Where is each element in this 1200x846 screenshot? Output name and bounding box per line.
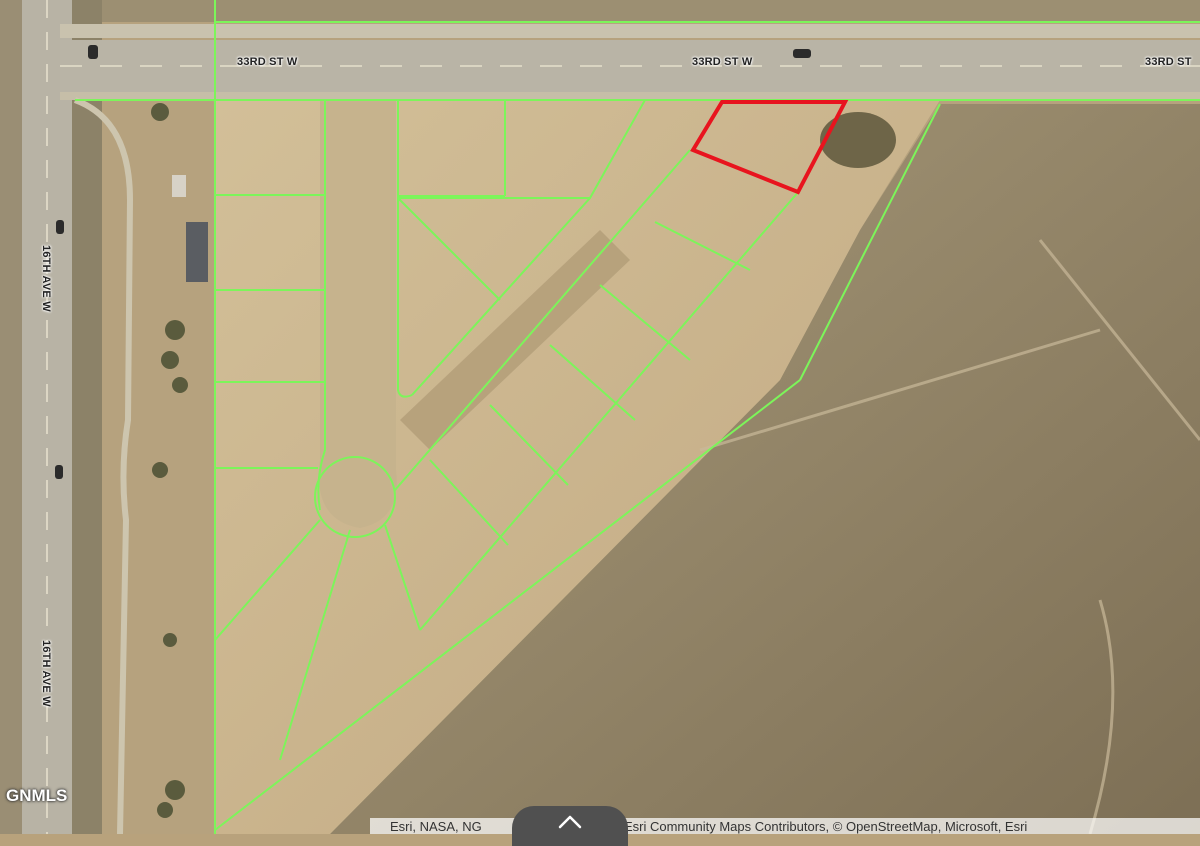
building bbox=[186, 222, 208, 282]
road-label-16th-ave-w: 16TH AVE W bbox=[40, 640, 52, 707]
road-label-33rd-st-w: 33RD ST W bbox=[692, 56, 753, 68]
car bbox=[56, 220, 64, 234]
map-attribution: Esri, NASA, NG | Esri Community Maps Con… bbox=[370, 818, 1200, 834]
cul-de-sac-road bbox=[318, 100, 397, 528]
road-label-33rd-st-w: 33RD ST W bbox=[237, 56, 298, 68]
car bbox=[88, 45, 98, 59]
top-strip bbox=[75, 0, 1200, 22]
map-viewport[interactable]: 33RD ST W 33RD ST W 33RD ST 16TH AVE W 1… bbox=[0, 0, 1200, 834]
road-label-16th-ave-w: 16TH AVE W bbox=[40, 245, 52, 312]
pond bbox=[820, 112, 896, 168]
expand-attribution-button[interactable] bbox=[512, 806, 628, 846]
watermark: GNMLS bbox=[6, 786, 68, 805]
aerial-map[interactable] bbox=[0, 0, 1200, 834]
car bbox=[793, 49, 811, 58]
attribution-text: Esri, NASA, NG bbox=[390, 819, 482, 834]
road-label-33rd-st: 33RD ST bbox=[1145, 56, 1192, 68]
attribution-more: | Esri Community Maps Contributors, © Op… bbox=[617, 819, 1028, 834]
chevron-up-icon bbox=[558, 815, 582, 829]
car bbox=[55, 465, 63, 479]
